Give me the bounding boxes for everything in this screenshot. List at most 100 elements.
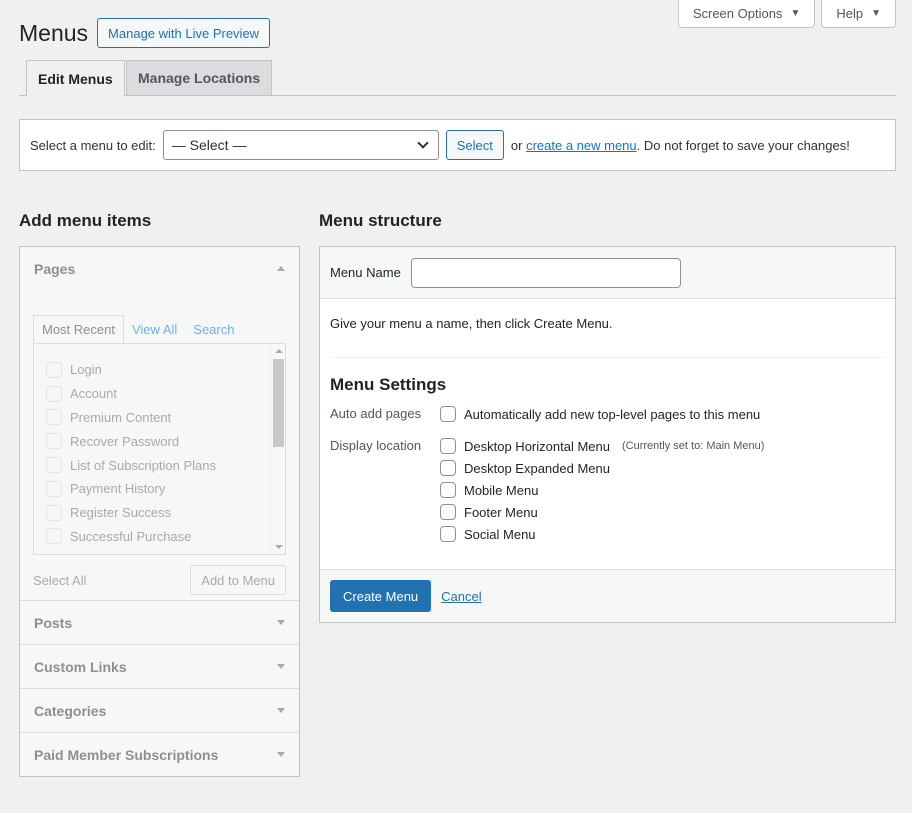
list-item[interactable]: Recover Password bbox=[34, 429, 285, 453]
checkbox[interactable] bbox=[440, 438, 456, 454]
checkbox[interactable] bbox=[46, 528, 62, 545]
caret-down-icon: ▼ bbox=[790, 8, 801, 19]
page-label: Payment History bbox=[70, 481, 166, 497]
accordion-section-posts: Posts bbox=[20, 601, 299, 645]
select-menu-label: Select a menu to edit: bbox=[30, 137, 156, 153]
location-option-footer[interactable]: Footer Menu bbox=[440, 504, 764, 520]
location-label: Footer Menu bbox=[464, 504, 538, 520]
display-location-row: Display location Desktop Horizontal Menu… bbox=[330, 438, 885, 542]
checkbox[interactable] bbox=[440, 504, 456, 520]
accordion-title-custom-links[interactable]: Custom Links bbox=[20, 645, 299, 688]
menu-structure-heading: Menu structure bbox=[319, 211, 442, 230]
location-label: Desktop Expanded Menu bbox=[464, 460, 610, 476]
chevron-down-icon bbox=[417, 137, 429, 149]
menu-select-value: — Select — bbox=[171, 137, 247, 153]
arrow-down-icon bbox=[277, 752, 285, 757]
scroll-down-icon[interactable] bbox=[275, 545, 283, 549]
location-option-social[interactable]: Social Menu bbox=[440, 526, 764, 542]
add-to-menu-button[interactable]: Add to Menu bbox=[190, 565, 286, 595]
checkbox[interactable] bbox=[46, 361, 62, 378]
checkbox[interactable] bbox=[440, 406, 456, 422]
pages-actions: Select All Add to Menu bbox=[33, 565, 286, 595]
menu-name-header: Menu Name bbox=[320, 247, 895, 299]
create-menu-button[interactable]: Create Menu bbox=[330, 580, 432, 612]
page-label: Recover Password bbox=[70, 433, 180, 449]
menu-settings-title: Menu Settings bbox=[330, 375, 447, 394]
location-option-mobile[interactable]: Mobile Menu bbox=[440, 482, 764, 498]
menu-name-label: Menu Name bbox=[330, 265, 401, 280]
list-item[interactable]: Payment History bbox=[34, 477, 285, 501]
scroll-thumb[interactable] bbox=[273, 359, 284, 447]
page-label: Account bbox=[70, 386, 117, 402]
accordion-section-custom-links: Custom Links bbox=[20, 645, 299, 689]
page-title: Menus bbox=[19, 19, 89, 46]
checkbox[interactable] bbox=[46, 385, 62, 402]
divider bbox=[330, 357, 885, 358]
accordion-title-label: Categories bbox=[34, 702, 107, 719]
screen-options-button[interactable]: Screen Options ▼ bbox=[677, 0, 816, 28]
list-item[interactable]: Successful Purchase bbox=[34, 525, 285, 549]
scroll-up-icon[interactable] bbox=[275, 349, 283, 353]
list-item[interactable]: Premium Content bbox=[34, 406, 285, 430]
cancel-link[interactable]: Cancel bbox=[441, 589, 481, 604]
location-label: Desktop Horizontal Menu bbox=[464, 438, 610, 454]
accordion-title-pages[interactable]: Pages bbox=[20, 247, 299, 290]
pages-checklist: Login Account Premium Content Recover Pa… bbox=[33, 343, 286, 555]
checkbox[interactable] bbox=[440, 526, 456, 542]
menu-name-input[interactable] bbox=[410, 257, 681, 288]
tab-most-recent[interactable]: Most Recent bbox=[33, 315, 124, 343]
help-button[interactable]: Help ▼ bbox=[821, 0, 896, 28]
checkbox[interactable] bbox=[46, 457, 62, 474]
accordion-title-label: Paid Member Subscriptions bbox=[34, 746, 219, 763]
menu-select[interactable]: — Select — bbox=[162, 130, 439, 160]
location-label: Mobile Menu bbox=[464, 482, 539, 498]
tab-manage-locations[interactable]: Manage Locations bbox=[126, 60, 273, 96]
help-label: Help bbox=[836, 6, 864, 21]
checkbox[interactable] bbox=[46, 433, 62, 450]
checkbox[interactable] bbox=[46, 504, 62, 521]
scrollbar[interactable] bbox=[270, 344, 285, 554]
pages-panel: Most Recent View All Search Login Accoun… bbox=[20, 290, 299, 600]
accordion-title-posts[interactable]: Posts bbox=[20, 601, 299, 644]
list-item[interactable]: List of Subscription Plans bbox=[34, 453, 285, 477]
caret-down-icon: ▼ bbox=[871, 8, 881, 19]
add-menu-items-accordion: Pages Most Recent View All Search Login … bbox=[19, 246, 300, 777]
menu-structure-footer: Create Menu Cancel bbox=[320, 569, 895, 622]
auto-add-pages-label: Auto add pages bbox=[330, 406, 422, 421]
manage-text: or create a new menu. Do not forget to s… bbox=[511, 138, 850, 153]
checkbox[interactable] bbox=[440, 460, 456, 476]
select-all-checkbox-label[interactable]: Select All bbox=[33, 573, 86, 588]
location-option-desktop-horizontal[interactable]: Desktop Horizontal Menu (Currently set t… bbox=[440, 438, 764, 454]
accordion-section-categories: Categories bbox=[20, 689, 299, 733]
arrow-up-icon bbox=[277, 266, 285, 271]
live-preview-button[interactable]: Manage with Live Preview bbox=[97, 18, 271, 48]
auto-add-options: Automatically add new top-level pages to… bbox=[440, 406, 760, 422]
arrow-down-icon bbox=[277, 664, 285, 669]
select-menu-button[interactable]: Select bbox=[445, 130, 504, 160]
checkbox[interactable] bbox=[46, 480, 62, 497]
or-text: or bbox=[510, 137, 523, 153]
auto-add-option[interactable]: Automatically add new top-level pages to… bbox=[440, 406, 760, 422]
checkbox[interactable] bbox=[46, 409, 62, 426]
add-menu-items-heading: Add menu items bbox=[19, 211, 152, 230]
tab-edit-menus[interactable]: Edit Menus bbox=[26, 60, 125, 97]
list-item[interactable]: Login bbox=[34, 358, 285, 382]
screen-meta: Screen Options ▼ Help ▼ bbox=[677, 0, 896, 28]
accordion-title-categories[interactable]: Categories bbox=[20, 689, 299, 732]
create-new-menu-link[interactable]: create a new menu bbox=[526, 138, 637, 153]
accordion-section-pages: Pages Most Recent View All Search Login … bbox=[20, 247, 299, 601]
list-item[interactable]: Register Success bbox=[34, 501, 285, 525]
location-label: Social Menu bbox=[464, 526, 536, 542]
checkbox[interactable] bbox=[440, 482, 456, 498]
page-label: Successful Purchase bbox=[70, 528, 192, 544]
tab-view-all[interactable]: View All bbox=[124, 316, 185, 343]
list-item[interactable]: Account bbox=[34, 382, 285, 406]
save-reminder-text: . Do not forget to save your changes! bbox=[636, 137, 850, 153]
location-option-desktop-expanded[interactable]: Desktop Expanded Menu bbox=[440, 460, 764, 476]
accordion-title-paid-member-subscriptions[interactable]: Paid Member Subscriptions bbox=[20, 733, 299, 776]
accordion-title-label: Custom Links bbox=[34, 658, 127, 675]
auto-add-pages-row: Auto add pages Automatically add new top… bbox=[330, 406, 885, 422]
auto-add-option-label: Automatically add new top-level pages to… bbox=[464, 406, 761, 422]
create-menu-hint: Give your menu a name, then click Create… bbox=[330, 316, 613, 331]
tab-search[interactable]: Search bbox=[185, 316, 242, 343]
